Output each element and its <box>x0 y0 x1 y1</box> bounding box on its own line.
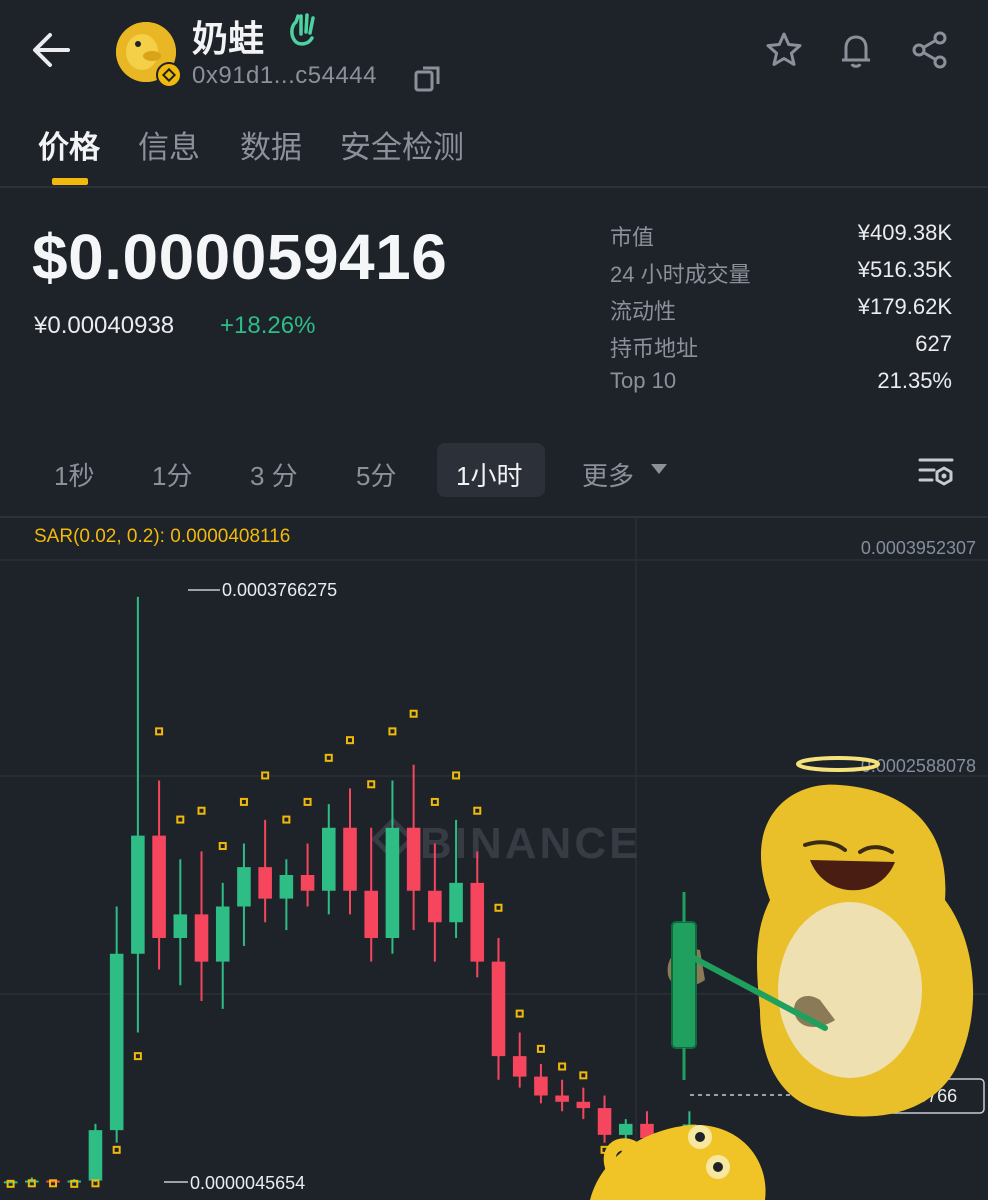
stat-value-top10: 21.35% <box>877 368 952 393</box>
active-tab-indicator <box>52 178 88 185</box>
sar-dot <box>303 797 312 806</box>
sar-dot <box>112 1145 121 1154</box>
stat-value-liquidity: ¥179.62K <box>857 294 952 319</box>
sar-indicator-label: SAR(0.02, 0.2): 0.0000408116 <box>34 526 291 547</box>
sar-dot <box>430 797 439 806</box>
bnb-chain-badge-icon <box>156 62 182 88</box>
min-price-marker: 0.0000045654 <box>164 1173 305 1193</box>
candle-body <box>131 835 145 954</box>
candle-body <box>322 827 336 891</box>
timeframe-3m[interactable]: 3 分 <box>250 456 298 493</box>
sar-dot <box>282 815 291 824</box>
candle-body <box>194 914 209 962</box>
sar-dot <box>6 1179 15 1188</box>
price-usd: $0.000059416 <box>32 221 448 293</box>
candle-body <box>279 875 294 899</box>
candle-body <box>534 1076 548 1096</box>
stat-label-liquidity: 流动性 <box>610 299 677 324</box>
timeframe-1s[interactable]: 1秒 <box>54 456 94 493</box>
sar-dot <box>558 1062 567 1071</box>
stat-value-holders: 627 <box>915 331 952 356</box>
candle-body <box>343 827 357 891</box>
caret-down-icon <box>651 464 667 474</box>
divider <box>0 186 988 188</box>
sar-dot <box>473 806 482 815</box>
sar-dot <box>239 797 248 806</box>
price-cny: ¥0.00040938 <box>34 312 175 339</box>
sar-dot <box>197 806 206 815</box>
sar-dot <box>176 815 185 824</box>
timeframe-5m[interactable]: 5分 <box>356 456 396 493</box>
candle-body <box>385 827 400 938</box>
stat-label-top10: Top 10 <box>610 368 677 393</box>
sar-dot <box>536 1044 545 1053</box>
sar-dot <box>133 1052 142 1061</box>
share-icon[interactable] <box>910 30 950 70</box>
candle-body <box>597 1108 612 1135</box>
candle-body <box>449 882 463 923</box>
candle-body <box>576 1101 591 1109</box>
stat-value-market-cap: ¥409.38K <box>857 220 952 245</box>
contract-address: 0x91d1...c54444 <box>192 62 377 89</box>
candle-body <box>173 914 188 938</box>
candle-body <box>491 961 506 1057</box>
bell-icon[interactable] <box>836 30 876 70</box>
sar-dot <box>70 1179 79 1188</box>
candle-body <box>470 882 485 962</box>
stat-label-volume-24h: 24 小时成交量 <box>610 262 751 287</box>
sar-dot <box>346 736 354 745</box>
candle-body <box>618 1123 633 1135</box>
candle-body <box>152 835 166 938</box>
sar-dot <box>324 753 333 762</box>
sar-dot <box>91 1179 100 1188</box>
back-arrow-icon[interactable] <box>28 28 76 72</box>
min-price-label: 0.0000045654 <box>190 1173 305 1193</box>
tab-info[interactable]: 信息 <box>138 122 200 167</box>
sar-dot <box>579 1071 588 1080</box>
tab-security-check[interactable]: 安全检测 <box>340 122 464 167</box>
sar-dot <box>515 1009 524 1018</box>
candlestick-series <box>3 596 697 1184</box>
stat-label-holders: 持币地址 <box>610 336 699 361</box>
watermark-text: BINANCE <box>420 819 641 868</box>
sar-dot <box>388 727 397 736</box>
copy-icon[interactable] <box>412 62 444 94</box>
star-icon[interactable] <box>764 30 804 70</box>
tab-price[interactable]: 价格 <box>38 122 100 167</box>
chart-settings-icon[interactable] <box>916 454 956 490</box>
candle-body <box>406 827 421 891</box>
sar-dot <box>49 1179 58 1188</box>
timeframe-1m[interactable]: 1分 <box>152 456 192 493</box>
tab-data[interactable]: 数据 <box>240 122 302 167</box>
candle-body <box>88 1130 103 1181</box>
candle-body <box>109 953 124 1131</box>
stat-value-volume-24h: ¥516.35K <box>857 257 952 282</box>
price-change-percent: +18.26% <box>220 312 316 339</box>
axis-label-top: 0.0003952307 <box>861 538 976 558</box>
price-chart[interactable]: BINANCE 0.0003766275 0.0000045654 0.0000… <box>0 518 988 1200</box>
candle-body <box>555 1095 569 1102</box>
max-price-label: 0.0003766275 <box>222 580 337 600</box>
sar-dot <box>494 903 503 912</box>
sar-dot <box>409 709 418 718</box>
wave-hand-icon <box>290 13 315 46</box>
sar-dot <box>367 780 376 789</box>
sar-dot <box>218 842 227 851</box>
candle-body <box>428 890 442 923</box>
candle-body <box>512 1056 527 1077</box>
timeframe-1h[interactable]: 1小时 <box>456 456 522 493</box>
max-price-marker: 0.0003766275 <box>188 580 337 600</box>
stat-label-market-cap: 市值 <box>610 225 655 250</box>
candle-body <box>237 867 251 907</box>
candle-body <box>300 875 315 891</box>
sar-dot <box>27 1179 36 1188</box>
candle-body <box>364 890 378 938</box>
sar-dot <box>155 727 164 736</box>
token-name: 奶蛙 <box>192 18 265 59</box>
candle-body <box>215 906 230 962</box>
timeframe-more-dropdown[interactable]: 更多 <box>582 456 634 493</box>
candle-body <box>258 867 272 899</box>
